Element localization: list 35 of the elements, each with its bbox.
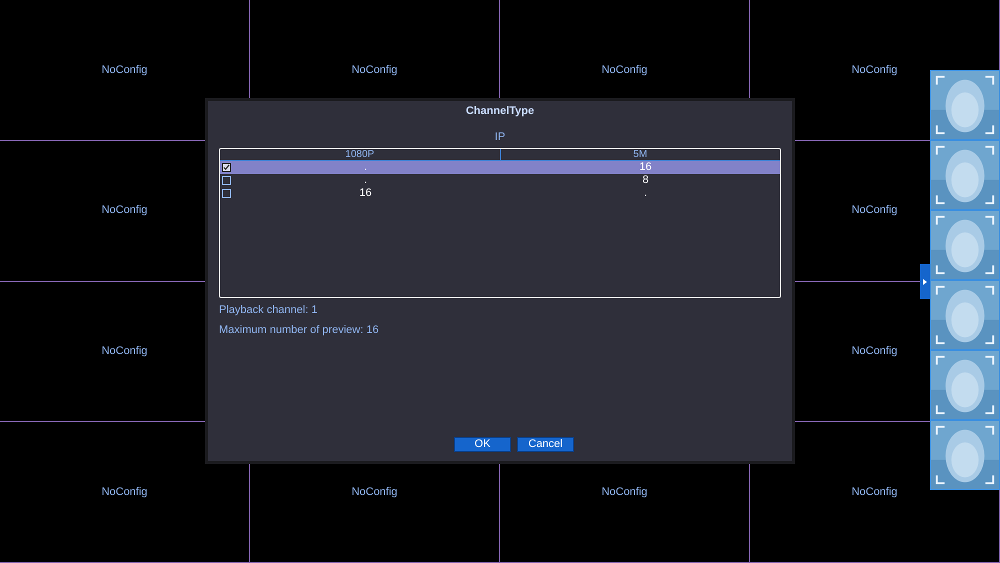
info-text: Maximum number of preview: 16 [219,323,379,338]
table-cell-text: . [642,186,648,200]
channel-label: NoConfig [852,344,898,360]
channel-label: NoConfig [852,203,898,218]
dialog-title: ChannelType [464,104,536,119]
check-icon [223,164,230,170]
channel-label: NoConfig [852,62,898,78]
checkbox[interactable] [222,162,231,172]
table-cell-text: 8 [641,174,650,186]
channel-label: NoConfig [352,62,398,78]
group-label: IP [494,130,506,145]
table-cell-text: . [362,160,368,174]
cancel-button[interactable]: Cancel [517,437,574,452]
channel-label: NoConfig [352,484,398,500]
ok-button[interactable]: OK [454,437,511,452]
checkbox[interactable] [222,176,231,184]
table-row[interactable]: . 8 [220,174,780,186]
channel-label: NoConfig [852,484,898,500]
channel-label: NoConfig [102,344,148,360]
arrow-right-icon [923,278,927,284]
table-cell-text: 16 [638,160,653,174]
channel-label: NoConfig [102,484,148,500]
table-cell-text: 16 [358,186,373,200]
strip-toggle[interactable] [920,264,930,299]
channel-label: NoConfig [602,484,648,500]
table-row[interactable]: 16 . [220,186,780,200]
channel-label: NoConfig [102,62,148,78]
channel-label: NoConfig [602,62,648,78]
column-header: 5M [632,148,648,160]
table-cell-text: . [362,174,368,186]
table-row[interactable]: . 16 [220,160,780,174]
column-header: 1080P [220,148,500,160]
channel-label: NoConfig [102,203,148,218]
checkbox[interactable] [222,188,231,198]
info-text: Playback channel: 1 [219,302,318,318]
